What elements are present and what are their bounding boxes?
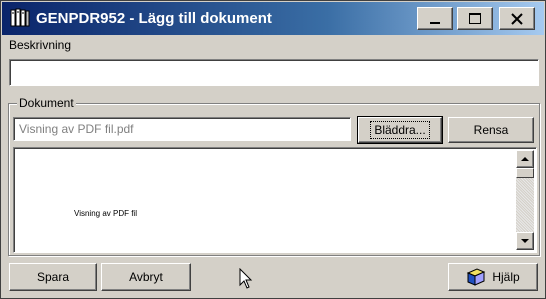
browse-button[interactable]: Bläddra...	[357, 116, 443, 144]
clear-button-label: Rensa	[473, 123, 509, 137]
browse-button-label: Bläddra...	[370, 121, 430, 139]
help-book-icon	[467, 268, 486, 286]
triangle-up-icon	[521, 157, 529, 161]
document-preview[interactable]: Visning av PDF fil	[13, 147, 537, 253]
dialog-window: GENPDR952 - Lägg till dokument Beskrivni…	[0, 0, 546, 299]
cancel-button[interactable]: Avbryt	[101, 263, 191, 291]
window-title: GENPDR952 - Lägg till dokument	[36, 10, 272, 27]
close-button[interactable]	[499, 7, 535, 30]
maximize-button[interactable]	[457, 7, 493, 30]
triangle-down-icon	[521, 239, 529, 243]
file-path-field[interactable]: Visning av PDF fil.pdf	[13, 117, 351, 141]
preview-scrollbar[interactable]	[516, 150, 534, 250]
close-icon	[511, 12, 523, 25]
document-group-legend: Dokument	[17, 96, 76, 110]
description-input[interactable]	[9, 59, 539, 86]
minimize-button[interactable]	[417, 7, 453, 30]
maximize-icon	[469, 12, 481, 24]
save-button[interactable]: Spara	[9, 263, 97, 291]
cancel-button-label: Avbryt	[129, 270, 163, 284]
books-icon[interactable]	[10, 8, 30, 28]
scroll-thumb[interactable]	[516, 168, 534, 178]
help-button-label: Hjälp	[492, 270, 520, 284]
preview-text: Visning av PDF fil	[74, 209, 137, 218]
mouse-cursor-icon	[239, 268, 253, 289]
title-bar[interactable]: GENPDR952 - Lägg till dokument	[2, 2, 544, 35]
help-button[interactable]: Hjälp	[448, 263, 538, 291]
description-label: Beskrivning	[9, 38, 72, 52]
clear-button[interactable]: Rensa	[448, 117, 534, 143]
save-button-label: Spara	[36, 270, 70, 284]
scroll-down-button[interactable]	[516, 232, 534, 250]
scroll-up-button[interactable]	[516, 150, 534, 168]
minimize-icon	[430, 21, 440, 24]
